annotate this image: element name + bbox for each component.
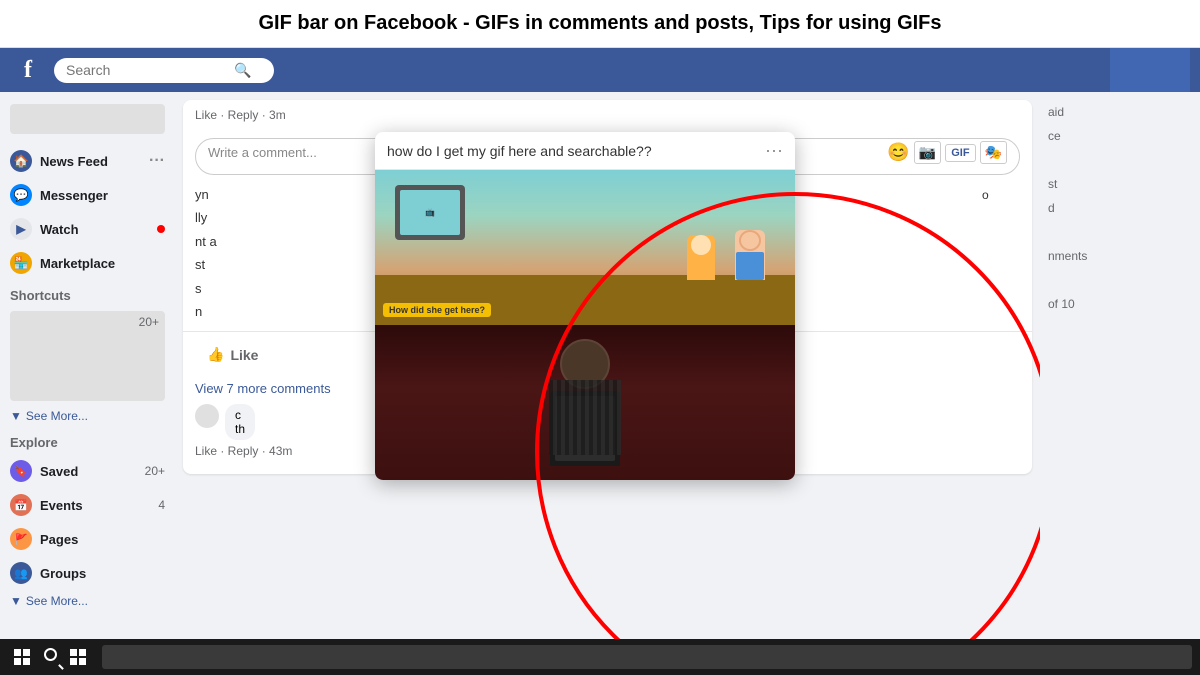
search-bar[interactable]: 🔍	[54, 58, 274, 83]
see-more-label-2: See More...	[26, 594, 88, 608]
sidebar-item-label: News Feed	[40, 154, 108, 169]
sidebar-item-newsfeed[interactable]: 🏠 News Feed ···	[0, 144, 175, 178]
sidebar-item-label: Watch	[40, 222, 79, 237]
pages-icon: 🚩	[10, 528, 32, 550]
right-text-nments: nments	[1048, 244, 1192, 268]
sidebar-item-marketplace[interactable]: 🏪 Marketplace	[0, 246, 175, 280]
newsfeed-options[interactable]: ···	[149, 152, 165, 170]
sidebar-item-label: Marketplace	[40, 256, 115, 271]
search-input[interactable]	[66, 62, 226, 78]
saved-count: 20+	[145, 464, 165, 478]
right-text-d: d	[1048, 196, 1192, 220]
marketplace-icon: 🏪	[10, 252, 32, 274]
page-title: GIF bar on Facebook - GIFs in comments a…	[258, 12, 941, 35]
facebook-logo[interactable]: f	[10, 52, 46, 88]
sidebar-item-saved[interactable]: 🔖 Saved 20+	[0, 454, 175, 488]
sidebar-item-groups[interactable]: 👥 Groups	[0, 556, 175, 590]
gif-search-query[interactable]: how do I get my gif here and searchable?…	[387, 143, 652, 159]
title-bar: GIF bar on Facebook - GIFs in comments a…	[0, 0, 1200, 48]
taskbar-grid-icon	[70, 649, 86, 665]
sidebar-item-watch[interactable]: ▶ Watch	[0, 212, 175, 246]
comment-icon-group: 😊 📷 GIF 🎭	[887, 141, 1007, 164]
main-layout: 🏠 News Feed ··· 💬 Messenger ▶ Watch 🏪 Ma…	[0, 92, 1200, 639]
comment-avatar	[195, 404, 219, 428]
right-text-ce: ce	[1048, 124, 1192, 148]
gif-popup-header: how do I get my gif here and searchable?…	[375, 132, 795, 170]
messenger-icon: 💬	[10, 184, 32, 206]
windows-icon	[14, 649, 30, 665]
search-icon: 🔍	[234, 62, 251, 79]
watch-notification-dot	[157, 225, 165, 233]
gif-image-2[interactable]	[375, 325, 795, 480]
chevron-down-icon: ▼	[10, 409, 22, 423]
sidebar-item-label: Saved	[40, 464, 78, 479]
thumbsup-icon: 👍	[207, 346, 224, 363]
main-content: Like · Reply · 3m Write a comment... 😊 📷…	[175, 92, 1040, 639]
gif-button[interactable]: GIF	[945, 144, 975, 162]
sidebar-item-pages[interactable]: 🚩 Pages	[0, 522, 175, 556]
right-text-aid: aid	[1048, 100, 1192, 124]
see-more-label: See More...	[26, 409, 88, 423]
newsfeed-icon: 🏠	[10, 150, 32, 172]
like-reply-timestamp: Like · Reply · 3m	[183, 100, 1032, 130]
search-button-taskbar[interactable]	[44, 648, 62, 666]
right-panel: aid ce st d nments of 10	[1040, 92, 1200, 639]
sidebar-item-label: Events	[40, 498, 83, 513]
sidebar-item-label: Messenger	[40, 188, 108, 203]
sticker-icon-btn[interactable]: 🎭	[980, 141, 1007, 164]
saved-icon: 🔖	[10, 460, 32, 482]
taskview-button[interactable]	[70, 649, 86, 665]
sidebar: 🏠 News Feed ··· 💬 Messenger ▶ Watch 🏪 Ma…	[0, 92, 175, 639]
gif-caption-1: How did she get here?	[383, 303, 491, 317]
events-icon: 📅	[10, 494, 32, 516]
comment-bubble: c th	[225, 404, 255, 440]
gif-popup: how do I get my gif here and searchable?…	[375, 132, 795, 480]
watch-icon: ▶	[10, 218, 32, 240]
user-avatar-placeholder	[10, 104, 165, 134]
shortcuts-box: 20+	[10, 311, 165, 401]
facebook-navbar: f 🔍	[0, 48, 1200, 92]
taskbar-address-bar[interactable]	[102, 645, 1192, 669]
explore-section-title: Explore	[0, 427, 175, 454]
sidebar-item-label: Groups	[40, 566, 86, 581]
right-text-st: st	[1048, 172, 1192, 196]
camera-icon-btn[interactable]: 📷	[914, 141, 941, 164]
events-count: 4	[158, 498, 165, 512]
sidebar-item-events[interactable]: 📅 Events 4	[0, 488, 175, 522]
start-button[interactable]	[8, 643, 36, 671]
shortcuts-section-title: Shortcuts	[0, 280, 175, 307]
sidebar-item-messenger[interactable]: 💬 Messenger	[0, 178, 175, 212]
chevron-down-icon-2: ▼	[10, 594, 22, 608]
post-right-partial: o	[982, 183, 1032, 323]
groups-icon: 👥	[10, 562, 32, 584]
gif-image-1[interactable]: 📺 How did she get here?	[375, 170, 795, 325]
see-more-button-1[interactable]: ▼ See More...	[0, 405, 175, 427]
shortcuts-count: 20+	[139, 315, 159, 329]
emoji-icon-btn[interactable]: 😊	[887, 142, 909, 163]
nav-right-section	[1110, 48, 1190, 92]
taskbar	[0, 639, 1200, 675]
see-more-button-2[interactable]: ▼ See More...	[0, 590, 175, 612]
like-button[interactable]: 👍 Like	[195, 340, 270, 369]
sidebar-item-label: Pages	[40, 532, 78, 547]
right-text-of10: of 10	[1048, 292, 1192, 316]
gif-popup-options-icon[interactable]: ···	[765, 140, 783, 161]
